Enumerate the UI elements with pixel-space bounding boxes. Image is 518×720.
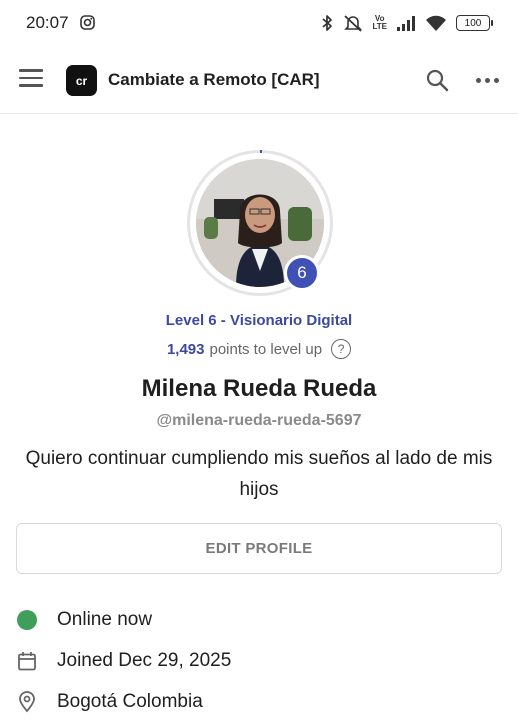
points-suffix: points to level up [209,340,323,358]
profile-name: Milena Rueda Rueda [141,375,377,402]
joined-date-label: Joined Dec 29, 2025 [57,650,232,671]
location-label: Bogotá Colombia [57,691,203,712]
profile-bio: Quiero continuar cumpliendo mis sueños a… [25,448,493,500]
edit-profile-button[interactable]: EDIT PROFILE [16,523,502,574]
status-time: 20:07 [26,13,69,32]
battery-icon: 100 [456,15,493,31]
level-text: Level 6 - Visionario Digital [165,312,353,329]
more-icon[interactable] [476,78,500,84]
status-icons: Vo LTE 100 [320,12,493,34]
menu-icon[interactable] [19,69,43,91]
points-value: 1,493 [166,340,205,358]
profile-handle: @milena-rueda-rueda-5697 [156,412,362,429]
avatar-container[interactable]: 6 [187,150,333,296]
app-header: cr Cambiate a Remoto [CAR] [0,48,518,114]
instagram-icon [80,15,95,30]
app-logo: cr [66,65,97,96]
online-status-label: Online now [57,609,153,630]
signal-icon [396,15,416,31]
search-icon[interactable] [425,68,449,92]
volte-bottom: LTE [372,22,387,31]
online-status-row: Online now [16,606,496,634]
wifi-icon [425,15,447,32]
help-icon[interactable]: ? [331,339,352,359]
online-status-icon [16,609,38,631]
status-bar: 20:07 Vo LTE 100 [0,0,518,48]
location-pin-icon [16,691,38,713]
location-row: Bogotá Colombia [16,688,496,716]
calendar-icon [16,650,38,672]
mute-icon [343,14,363,32]
level-badge: 6 [284,255,320,291]
bluetooth-icon [320,14,334,32]
app-title: Cambiate a Remoto [CAR] [108,70,320,89]
volte-icon: Vo LTE [372,15,387,31]
points-row: 1,493 points to level up ? [0,339,518,359]
joined-date-row: Joined Dec 29, 2025 [16,647,496,675]
